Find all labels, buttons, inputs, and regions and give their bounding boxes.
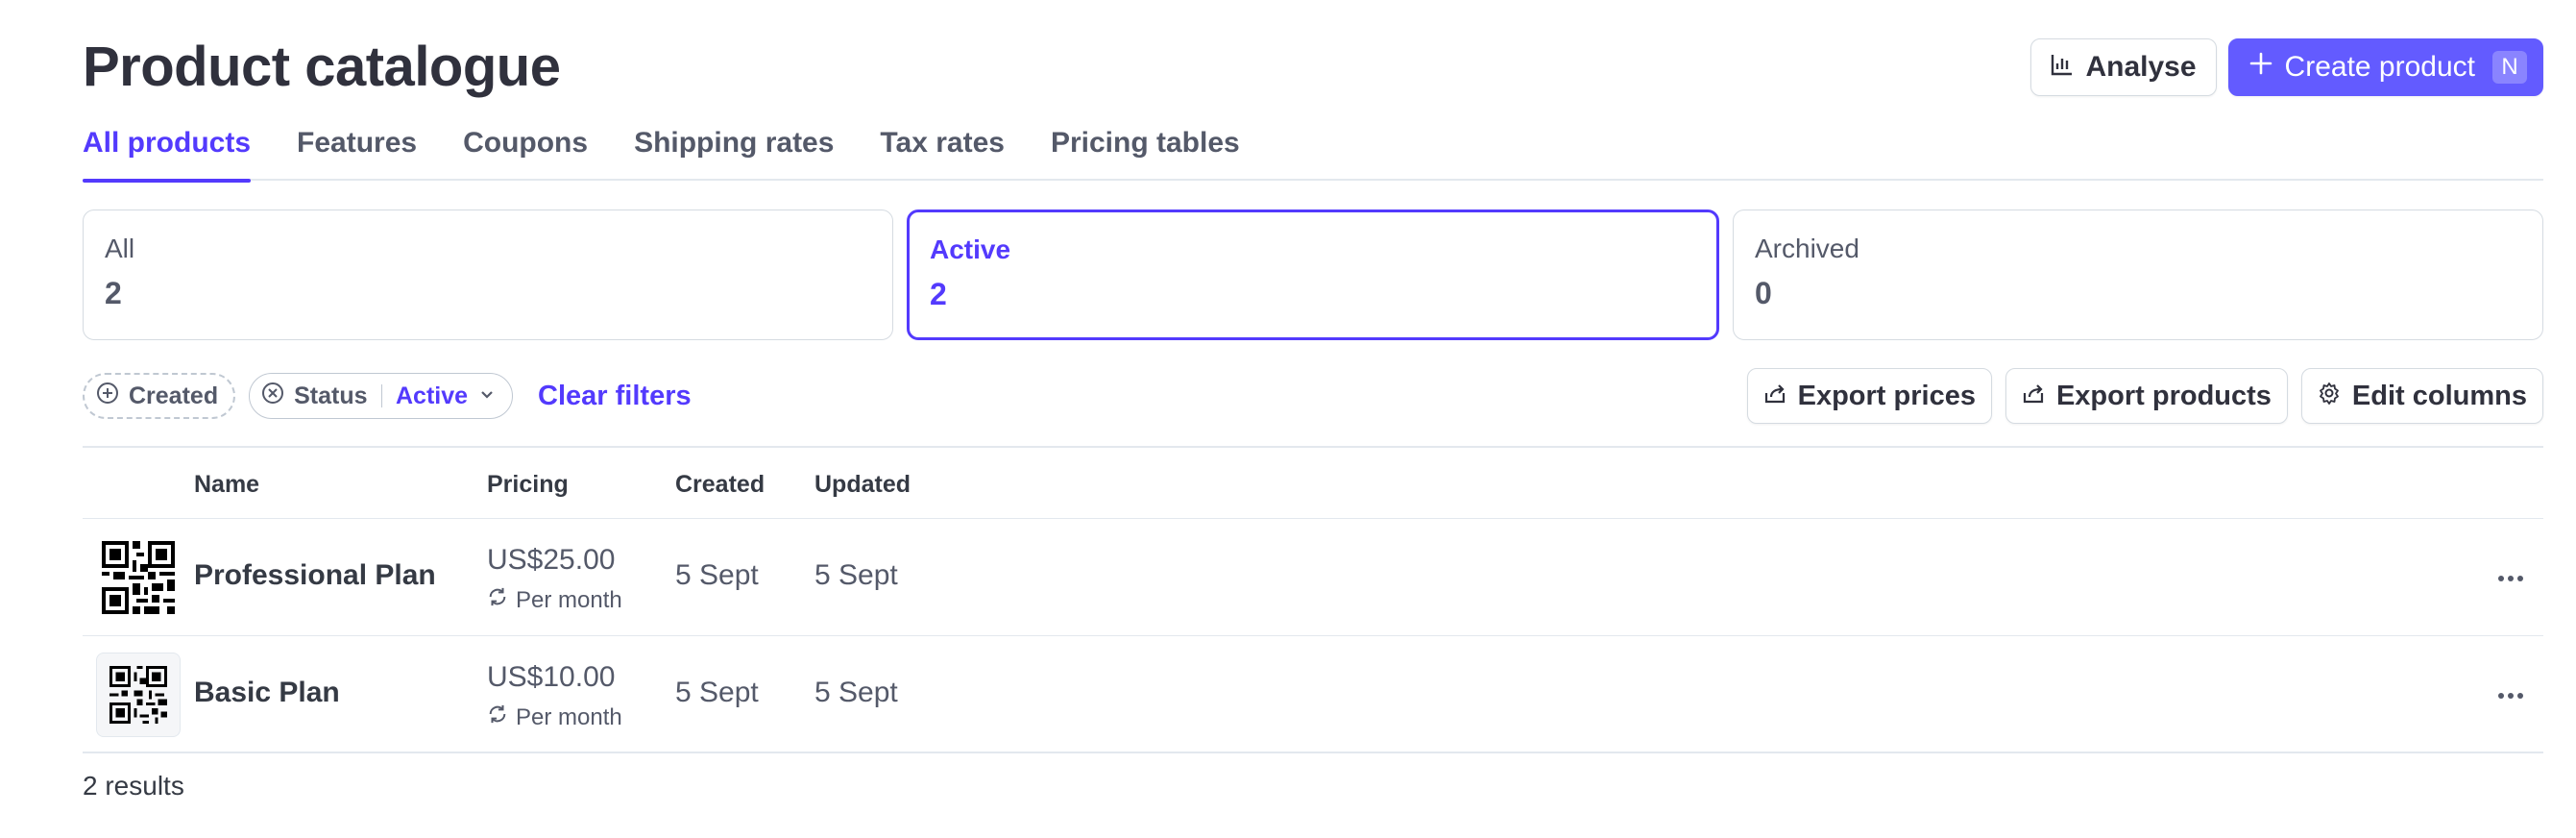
results-count: 2 results: [83, 771, 184, 801]
status-card-all[interactable]: All 2: [83, 210, 893, 340]
status-card-count: 0: [1755, 276, 1772, 310]
export-prices-label: Export prices: [1797, 380, 1976, 411]
status-card-count: 2: [930, 277, 947, 311]
chart-icon: [2051, 51, 2074, 84]
product-image: [96, 653, 181, 737]
clear-circle-icon[interactable]: [261, 382, 284, 411]
status-filter-value: Active: [396, 382, 469, 409]
chip-divider: [380, 384, 382, 407]
status-cards: All 2 Active 2 Archived 0: [83, 210, 2543, 340]
export-prices-button[interactable]: Export prices: [1746, 368, 1992, 424]
gear-icon: [2318, 381, 2341, 412]
created-date: 5 Sept: [675, 559, 759, 591]
tab-coupons[interactable]: Coupons: [463, 119, 588, 181]
create-product-label: Create product: [2284, 51, 2475, 83]
created-date: 5 Sept: [675, 677, 759, 708]
recurring-icon: [487, 586, 508, 614]
edit-columns-label: Edit columns: [2351, 380, 2527, 411]
more-icon[interactable]: [2491, 677, 2530, 715]
status-card-archived[interactable]: Archived 0: [1733, 210, 2543, 340]
status-card-label: Active: [930, 234, 1011, 264]
product-image: [96, 535, 181, 620]
column-header-updated[interactable]: Updated: [814, 471, 911, 499]
column-header-created[interactable]: Created: [675, 471, 765, 499]
billing-period-label: Per month: [516, 703, 622, 730]
tab-shipping-rates[interactable]: Shipping rates: [634, 119, 834, 181]
column-header-name[interactable]: Name: [194, 471, 259, 499]
created-filter-label: Created: [129, 382, 219, 409]
keyboard-shortcut-badge: N: [2492, 51, 2527, 84]
edit-columns-button[interactable]: Edit columns: [2300, 368, 2543, 424]
product-price: US$25.00: [487, 544, 616, 576]
product-name[interactable]: Basic Plan: [194, 677, 340, 709]
status-filter-chip[interactable]: Status Active: [249, 373, 514, 419]
tab-all-products[interactable]: All products: [83, 119, 252, 183]
export-products-label: Export products: [2055, 380, 2272, 411]
products-table: Name Pricing Created Updated Professiona…: [83, 446, 2543, 753]
page-title: Product catalogue: [83, 36, 561, 98]
add-circle-icon: [96, 382, 119, 411]
table-row[interactable]: Basic Plan US$10.00 Per month 5 Sept 5 S…: [83, 636, 2543, 753]
catalogue-tabs: All products Features Coupons Shipping r…: [83, 119, 2543, 183]
column-header-pricing[interactable]: Pricing: [487, 471, 569, 499]
table-row[interactable]: Professional Plan US$25.00 Per month 5 S…: [83, 519, 2543, 636]
analyse-label: Analyse: [2085, 51, 2197, 83]
filter-bar: Created Status Active Clear filters: [83, 373, 692, 419]
created-filter-chip[interactable]: Created: [83, 373, 236, 419]
qr-code-icon: [109, 666, 167, 724]
status-card-count: 2: [105, 276, 122, 310]
export-icon: [2022, 381, 2045, 412]
recurring-icon: [487, 703, 508, 731]
tab-features[interactable]: Features: [297, 119, 417, 181]
chevron-down-icon: [477, 382, 497, 410]
status-filter-label: Status: [294, 382, 368, 409]
qr-code-icon: [102, 541, 175, 614]
more-icon[interactable]: [2491, 559, 2530, 598]
create-product-button[interactable]: Create product N: [2227, 38, 2543, 96]
billing-period: Per month: [487, 703, 622, 731]
page-actions: Analyse Create product N: [2030, 38, 2543, 96]
status-card-active[interactable]: Active 2: [907, 210, 1719, 340]
tab-pricing-tables[interactable]: Pricing tables: [1051, 119, 1240, 181]
export-icon: [1763, 381, 1786, 412]
updated-date: 5 Sept: [814, 559, 898, 591]
export-products-button[interactable]: Export products: [2005, 368, 2288, 424]
status-card-label: All: [105, 234, 135, 263]
updated-date: 5 Sept: [814, 677, 898, 708]
status-card-label: Archived: [1755, 234, 1859, 263]
billing-period-label: Per month: [516, 586, 622, 613]
plus-icon: [2248, 51, 2273, 84]
analyse-button[interactable]: Analyse: [2030, 38, 2217, 96]
tab-tax-rates[interactable]: Tax rates: [880, 119, 1005, 181]
product-name[interactable]: Professional Plan: [194, 559, 436, 592]
clear-filters-button[interactable]: Clear filters: [538, 381, 692, 412]
product-price: US$10.00: [487, 661, 616, 693]
table-header: Name Pricing Created Updated: [83, 448, 2543, 519]
billing-period: Per month: [487, 586, 622, 614]
table-actions: Export prices Export products Edit colum…: [1746, 368, 2543, 424]
